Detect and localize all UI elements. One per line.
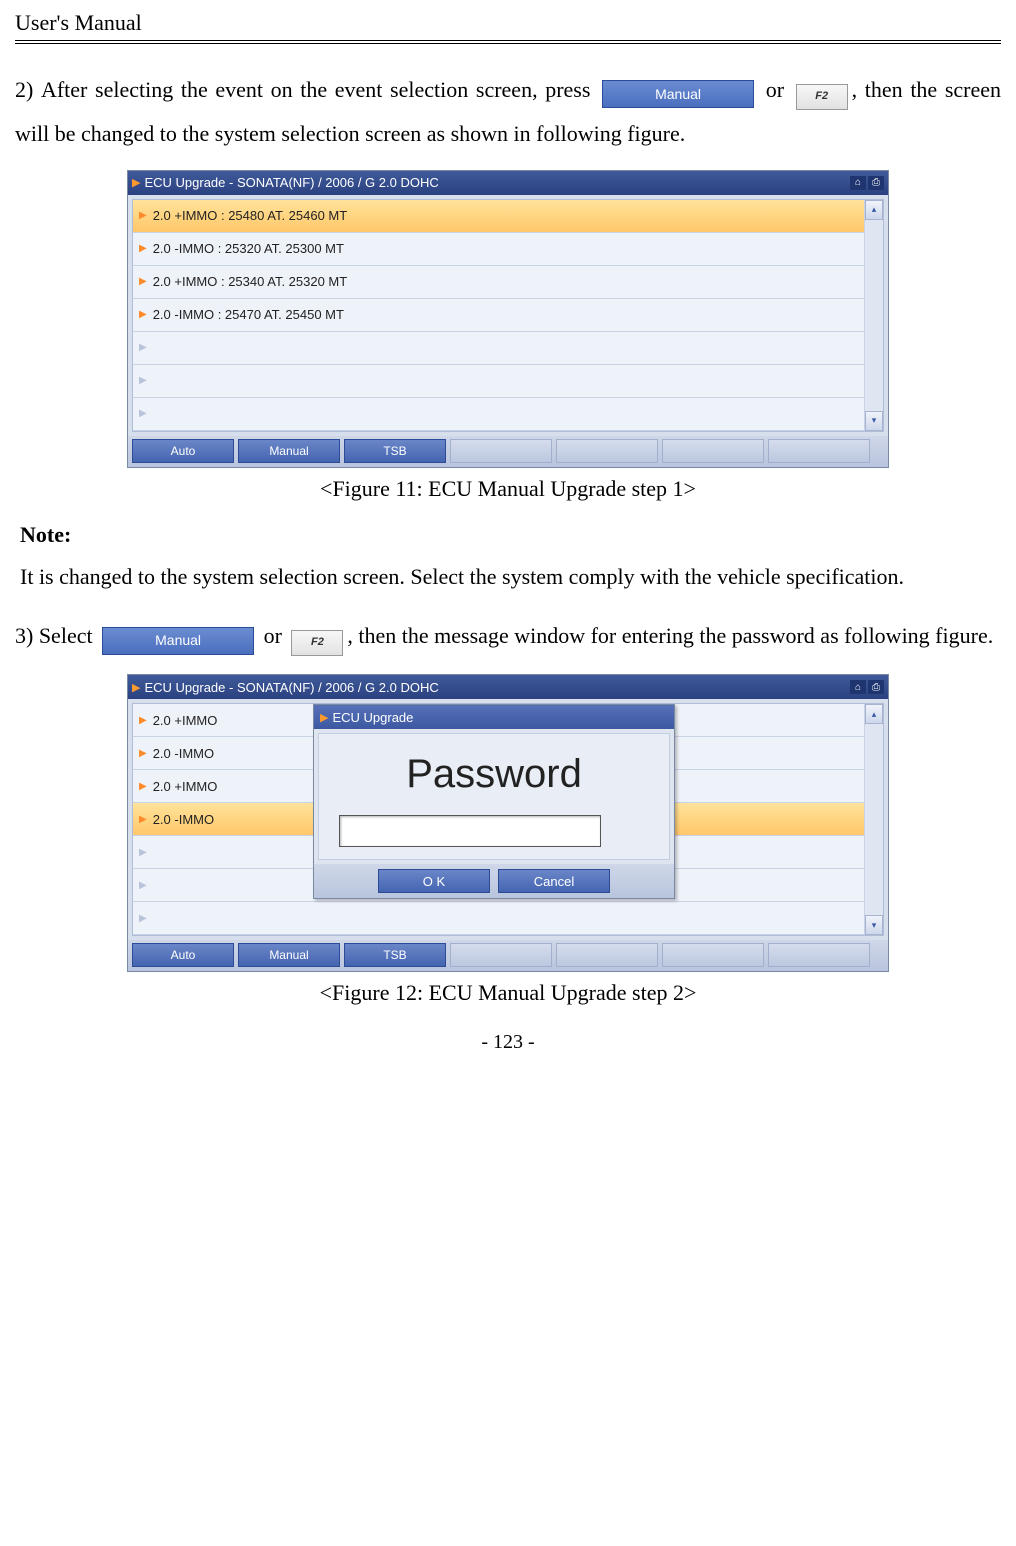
- page-header: User's Manual: [15, 10, 1001, 44]
- tsb-button[interactable]: TSB: [344, 439, 446, 463]
- caret-icon: ▶: [139, 276, 147, 287]
- list-item[interactable]: ▶ 2.0 +IMMO : 25340 AT. 25320 MT: [133, 266, 864, 299]
- password-input[interactable]: [339, 815, 601, 847]
- scroll-up-icon[interactable]: ▴: [865, 704, 883, 724]
- scrollbar[interactable]: ▴ ▾: [864, 200, 883, 431]
- toolbar-slot-empty: [450, 943, 552, 967]
- home-icon[interactable]: ⌂: [850, 176, 866, 190]
- toolbar-slot-empty: [768, 943, 870, 967]
- manual-button[interactable]: Manual: [238, 943, 340, 967]
- list-item[interactable]: ▶ 2.0 +IMMO : 25480 AT. 25460 MT: [133, 200, 864, 233]
- step3-prefix: 3) Select: [15, 623, 93, 648]
- window-title: ECU Upgrade - SONATA(NF) / 2006 / G 2.0 …: [144, 680, 850, 695]
- list-item-label: 2.0 -IMMO: [153, 746, 214, 761]
- note-text: It is changed to the system selection sc…: [20, 556, 1001, 598]
- step2-mid: or: [766, 77, 784, 102]
- caret-icon: ▶: [139, 342, 147, 353]
- figure-12-caption: <Figure 12: ECU Manual Upgrade step 2>: [15, 980, 1001, 1006]
- bottom-toolbar: Auto Manual TSB: [128, 940, 888, 971]
- window-titlebar: ▶ ECU Upgrade - SONATA(NF) / 2006 / G 2.…: [128, 171, 888, 195]
- toolbar-slot-empty: [662, 943, 764, 967]
- caret-icon: ▶: [139, 210, 147, 221]
- step3-mid: or: [264, 623, 282, 648]
- window-titlebar: ▶ ECU Upgrade - SONATA(NF) / 2006 / G 2.…: [128, 675, 888, 699]
- toolbar-slot-empty: [450, 439, 552, 463]
- scroll-down-icon[interactable]: ▾: [865, 915, 883, 935]
- caret-icon: ▶: [139, 913, 147, 924]
- list-item-label: 2.0 +IMMO : 25340 AT. 25320 MT: [153, 274, 348, 289]
- title-caret-icon: ▶: [132, 176, 140, 189]
- window-title: ECU Upgrade - SONATA(NF) / 2006 / G 2.0 …: [144, 175, 850, 190]
- step-3-text: 3) Select Manual or F2 , then the messag…: [15, 615, 1001, 659]
- f2-button-inline-2: F2: [291, 630, 343, 656]
- list-item-label: 2.0 +IMMO: [153, 713, 218, 728]
- caret-icon: ▶: [139, 781, 147, 792]
- caret-icon: ▶: [139, 309, 147, 320]
- auto-button[interactable]: Auto: [132, 439, 234, 463]
- system-list: ▶ 2.0 +IMMO : 25480 AT. 25460 MT ▶ 2.0 -…: [132, 199, 884, 432]
- caret-icon: ▶: [139, 715, 147, 726]
- list-item-label: 2.0 -IMMO: [153, 812, 214, 827]
- camera-icon[interactable]: ⎙: [868, 680, 884, 694]
- list-item-label: 2.0 +IMMO : 25480 AT. 25460 MT: [153, 208, 348, 223]
- caret-icon: ▶: [139, 408, 147, 419]
- caret-icon: ▶: [139, 847, 147, 858]
- list-item-empty: ▶: [133, 332, 864, 365]
- auto-button[interactable]: Auto: [132, 943, 234, 967]
- title-caret-icon: ▶: [320, 711, 328, 724]
- list-item[interactable]: ▶ 2.0 -IMMO : 25320 AT. 25300 MT: [133, 233, 864, 266]
- scroll-track[interactable]: [865, 724, 883, 915]
- title-caret-icon: ▶: [132, 681, 140, 694]
- camera-icon[interactable]: ⎙: [868, 176, 884, 190]
- ok-button[interactable]: O K: [378, 869, 490, 893]
- step3-suffix: , then the message window for entering t…: [347, 623, 993, 648]
- dialog-titlebar: ▶ ECU Upgrade: [314, 705, 674, 729]
- scroll-up-icon[interactable]: ▴: [865, 200, 883, 220]
- manual-button-inline-2: Manual: [102, 627, 254, 655]
- page-number: - 123 -: [15, 1031, 1001, 1054]
- password-label: Password: [339, 752, 649, 797]
- cancel-button[interactable]: Cancel: [498, 869, 610, 893]
- scrollbar[interactable]: ▴ ▾: [864, 704, 883, 935]
- dialog-title: ECU Upgrade: [332, 710, 413, 725]
- list-item-label: 2.0 +IMMO: [153, 779, 218, 794]
- toolbar-slot-empty: [556, 943, 658, 967]
- caret-icon: ▶: [139, 748, 147, 759]
- figure-11-caption: <Figure 11: ECU Manual Upgrade step 1>: [15, 476, 1001, 502]
- list-item-label: 2.0 -IMMO : 25470 AT. 25450 MT: [153, 307, 344, 322]
- password-dialog: ▶ ECU Upgrade Password O K Cancel: [313, 704, 675, 899]
- step2-prefix: 2) After selecting the event on the even…: [15, 77, 590, 102]
- caret-icon: ▶: [139, 243, 147, 254]
- manual-button[interactable]: Manual: [238, 439, 340, 463]
- ecu-upgrade-window-2: ▶ ECU Upgrade - SONATA(NF) / 2006 / G 2.…: [127, 674, 889, 972]
- manual-button-inline-1: Manual: [602, 80, 754, 108]
- list-item[interactable]: ▶ 2.0 -IMMO : 25470 AT. 25450 MT: [133, 299, 864, 332]
- toolbar-slot-empty: [768, 439, 870, 463]
- caret-icon: ▶: [139, 814, 147, 825]
- f2-button-inline-1: F2: [796, 84, 848, 110]
- step-2-text: 2) After selecting the event on the even…: [15, 69, 1001, 155]
- system-list: ▶ 2.0 +IMMO ▶ 2.0 -IMMO ▶ 2.0 +IMMO ▶ 2.…: [132, 703, 884, 936]
- toolbar-slot-empty: [556, 439, 658, 463]
- caret-icon: ▶: [139, 880, 147, 891]
- bottom-toolbar: Auto Manual TSB: [128, 436, 888, 467]
- tsb-button[interactable]: TSB: [344, 943, 446, 967]
- list-item-empty: ▶: [133, 365, 864, 398]
- toolbar-slot-empty: [662, 439, 764, 463]
- list-item-label: 2.0 -IMMO : 25320 AT. 25300 MT: [153, 241, 344, 256]
- ecu-upgrade-window-1: ▶ ECU Upgrade - SONATA(NF) / 2006 / G 2.…: [127, 170, 889, 468]
- list-item-empty: ▶: [133, 902, 864, 935]
- caret-icon: ▶: [139, 375, 147, 386]
- scroll-track[interactable]: [865, 220, 883, 411]
- scroll-down-icon[interactable]: ▾: [865, 411, 883, 431]
- note-label: Note:: [20, 522, 1001, 548]
- list-item-empty: ▶: [133, 398, 864, 431]
- home-icon[interactable]: ⌂: [850, 680, 866, 694]
